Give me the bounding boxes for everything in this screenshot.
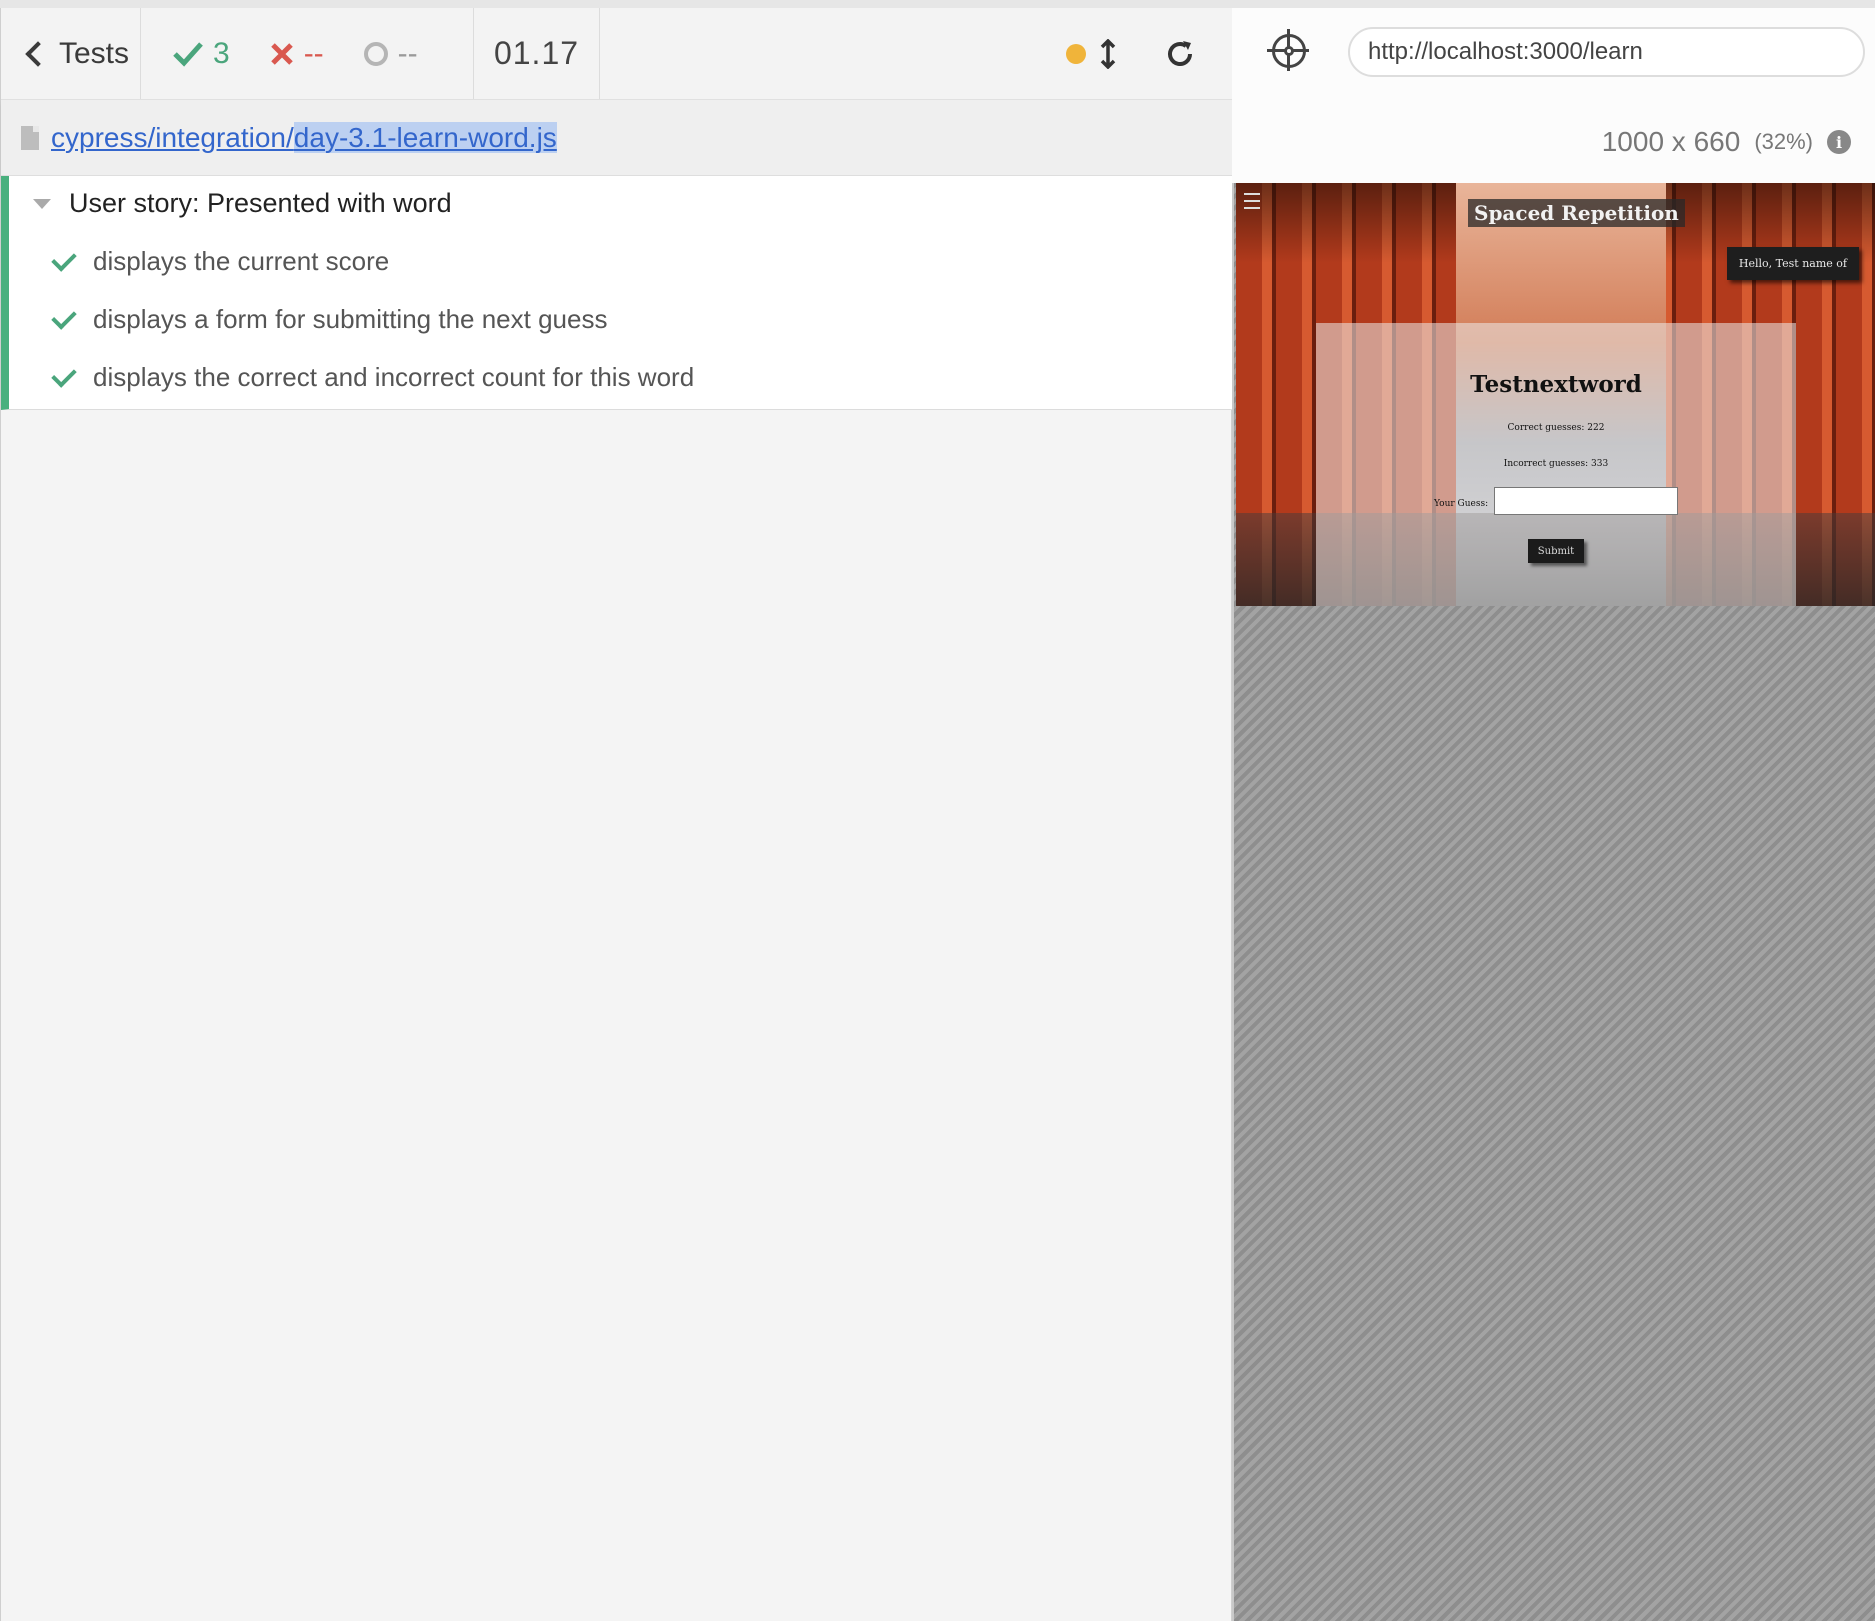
url-field[interactable]: http://localhost:3000/learn bbox=[1348, 27, 1865, 77]
aut-panel: http://localhost:3000/learn 1000 x 660 (… bbox=[1232, 8, 1875, 1621]
spec-file-link[interactable]: cypress/integration/day-3.1-learn-word.j… bbox=[51, 121, 557, 154]
suite-title: User story: Presented with word bbox=[69, 188, 452, 218]
crosshair-icon[interactable] bbox=[1267, 29, 1309, 71]
incorrect-count: Incorrect guesses: 333 bbox=[1503, 459, 1609, 469]
check-icon bbox=[51, 303, 77, 330]
failed-count: -- bbox=[303, 36, 324, 70]
aut-header: http://localhost:3000/learn 1000 x 660 (… bbox=[1232, 8, 1875, 183]
check-icon bbox=[51, 361, 77, 388]
resize-vertical-icon bbox=[1100, 38, 1116, 69]
spec-path-prefix: cypress/integration/ bbox=[51, 121, 294, 153]
guess-input[interactable] bbox=[1494, 487, 1678, 515]
header-controls bbox=[1066, 8, 1232, 99]
viewport-scale: (32%) bbox=[1754, 129, 1813, 154]
reporter-panel: Tests 3 -- -- 01.17 cypress/integration/… bbox=[0, 8, 1232, 1621]
chevron-left-icon bbox=[25, 40, 51, 67]
auto-scroll-toggle[interactable] bbox=[1066, 38, 1116, 69]
pending-count: -- bbox=[397, 36, 418, 70]
test-item[interactable]: displays a form for submitting the next … bbox=[51, 303, 608, 335]
hamburger-icon[interactable] bbox=[1244, 193, 1260, 209]
pending-stat[interactable]: -- bbox=[363, 36, 418, 71]
reporter-header: Tests 3 -- -- 01.17 bbox=[1, 8, 1232, 100]
tests-back-button[interactable]: Tests bbox=[1, 8, 141, 99]
status-dot-icon bbox=[1066, 43, 1086, 64]
user-greeting: Hello, Test name of bbox=[1726, 247, 1859, 280]
info-icon[interactable]: i bbox=[1827, 130, 1851, 154]
spec-filename: day-3.1-learn-word.js bbox=[293, 121, 557, 153]
test-title: displays the correct and incorrect count… bbox=[93, 362, 695, 392]
learn-card: Testnextword Correct guesses: 222 Incorr… bbox=[1316, 323, 1796, 606]
test-suite: User story: Presented with word displays… bbox=[1, 176, 1232, 410]
viewport-info: 1000 x 660 (32%) i bbox=[1602, 126, 1851, 158]
passed-stat[interactable]: 3 bbox=[173, 37, 230, 71]
suite-title-row[interactable]: User story: Presented with word bbox=[33, 188, 452, 219]
correct-count: Correct guesses: 222 bbox=[1507, 423, 1605, 433]
check-icon bbox=[173, 41, 203, 67]
passed-count: 3 bbox=[213, 36, 230, 70]
next-word: Testnextword bbox=[1470, 371, 1642, 398]
aut-iframe-container: Spaced Repetition Hello, Test name of Te… bbox=[1232, 183, 1875, 1621]
test-item[interactable]: displays the current score bbox=[51, 245, 390, 277]
caret-down-icon bbox=[33, 198, 51, 209]
test-item[interactable]: displays the correct and incorrect count… bbox=[51, 361, 695, 393]
spinner-icon bbox=[363, 41, 388, 66]
viewport-size: 1000 x 660 bbox=[1601, 126, 1741, 157]
guess-label: Your Guess: bbox=[1434, 499, 1489, 509]
test-stats: 3 -- -- bbox=[141, 8, 474, 99]
test-title: displays a form for submitting the next … bbox=[93, 304, 608, 334]
header-spacer bbox=[600, 8, 1066, 99]
app-title[interactable]: Spaced Repetition bbox=[1468, 199, 1685, 227]
x-icon bbox=[270, 42, 293, 65]
spec-file-bar: cypress/integration/day-3.1-learn-word.j… bbox=[1, 100, 1232, 176]
tests-label: Tests bbox=[59, 36, 130, 70]
app-preview: Spaced Repetition Hello, Test name of Te… bbox=[1236, 183, 1875, 606]
file-icon bbox=[21, 125, 39, 150]
check-icon bbox=[51, 245, 77, 272]
failed-stat[interactable]: -- bbox=[270, 37, 324, 71]
run-duration: 01.17 bbox=[474, 8, 600, 99]
submit-button[interactable]: Submit bbox=[1528, 539, 1584, 563]
reload-icon[interactable] bbox=[1164, 38, 1196, 70]
test-title: displays the current score bbox=[93, 246, 390, 276]
selector-playground-button bbox=[1284, 46, 1294, 56]
